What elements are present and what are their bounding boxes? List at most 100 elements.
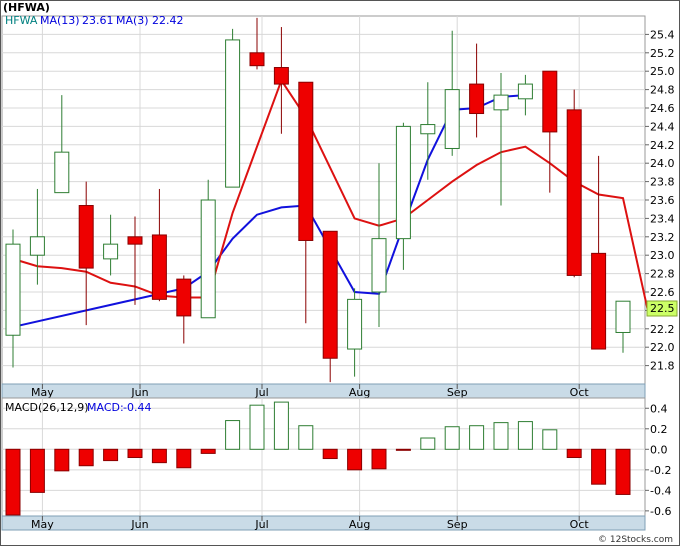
macd-bar-negative [322,448,338,460]
macd-bar-negative [176,448,192,469]
candle-body-up [103,243,119,260]
price-tick-label: 25.0 [650,65,675,78]
candle-body-down [249,52,265,67]
candle [200,179,216,319]
macd-bar-positive [249,404,265,450]
price-tick-label: 24.6 [650,102,675,115]
price-tick-label: 23.2 [650,231,675,244]
price-x-label: Jul [254,386,268,399]
macd-bar-positive [517,421,533,450]
candle-body-up [200,199,216,319]
price-x-label: Aug [349,386,370,399]
macd-x-label: Aug [349,518,370,531]
candle-body-up [54,151,70,194]
macd-bar-positive [273,401,289,450]
macd-tick-label: -0.2 [650,464,671,477]
candle-body-down [298,81,314,241]
macd-tick-label: 0.2 [650,423,668,436]
macd-bar-negative [591,448,607,485]
price-tick-label: 21.8 [650,360,675,373]
candle-body-down [566,109,582,276]
price-tick-label: 24.4 [650,120,675,133]
candle-body-down [273,67,289,85]
candle-body-up [225,39,241,188]
macd-bar-positive [493,422,509,450]
macd-tick-label: 0.4 [650,402,668,415]
macd-bar-negative [29,448,45,493]
candle-body-down [469,83,485,115]
macd-tick-label: 0.0 [650,443,668,456]
macd-bar-negative [151,448,167,464]
candle-body-down [176,278,192,317]
candle-body-up [347,298,363,350]
macd-x-label: Oct [570,518,590,531]
candle-body-down [542,70,558,133]
legend-ma13-value: 23.61 [82,14,114,27]
macd-bar-negative [200,448,216,454]
price-tick-label: 23.6 [650,194,675,207]
price-x-label: Jun [130,386,148,399]
macd-tick-label: -0.6 [650,505,671,518]
legend-ticker: HFWA [5,14,38,27]
macd-tick-label: -0.4 [650,484,671,497]
candle-body-down [322,230,338,359]
price-x-label: Sep [447,386,468,399]
price-x-label: Oct [570,386,590,399]
price-tick-label: 23.0 [650,249,675,262]
price-tick-label: 25.2 [650,47,675,60]
price-tick-label: 24.0 [650,157,675,170]
macd-x-label: Jun [130,518,148,531]
price-tick-label: 24.8 [650,84,675,97]
price-tick-label: 22.8 [650,268,675,281]
candle-body-down [591,252,607,350]
macd-bar-negative [78,448,94,467]
candle-body-up [371,238,387,293]
candle-body-up [29,236,45,256]
macd-bar-negative [127,448,143,459]
candle-body-up [517,83,533,100]
legend-ma3-value: 22.42 [152,14,184,27]
price-tick-label: 22.6 [650,286,675,299]
macd-bar-positive [542,429,558,450]
macd-bar-negative [615,448,631,495]
macd-bar-positive [298,425,314,450]
price-tick-label: 22.2 [650,323,675,336]
macd-bar-negative [54,448,70,472]
price-tick-label: 24.2 [650,139,675,152]
macd-bar-positive [225,420,241,450]
last-price-label: 22.5 [650,302,675,315]
legend-ma3-label: MA(3) [116,14,149,27]
macd-bar-negative [371,448,387,470]
candle-body-down [127,236,143,245]
candle-body-up [395,125,411,240]
macd-x-axis-band [1,515,646,531]
candle-body-up [5,243,21,336]
macd-bar-positive [420,437,436,450]
macd-bar-negative [103,448,119,462]
candle-body-up [493,94,509,111]
stock-chart: (HFWA) 21.822.022.222.422.622.823.023.22… [0,0,680,546]
price-tick-label: 25.4 [650,28,675,41]
candle [225,28,241,188]
price-legend: HFWA MA(13) 23.61 MA(3) 22.42 [5,14,184,27]
price-x-axis-band [1,383,646,399]
macd-x-label: Sep [447,518,468,531]
macd-value: -0.44 [123,401,151,414]
candle-body-down [78,205,94,269]
chart-title: (HFWA) [3,1,50,14]
macd-x-label: May [31,518,54,531]
price-tick-label: 23.4 [650,212,675,225]
macd-bar-negative [347,448,363,471]
price-x-label: May [31,386,54,399]
macd-bar-negative [566,448,582,459]
macd-value-label: MACD: [87,401,124,414]
candle-body-up [615,300,631,333]
macd-legend: MACD(26,12,9) MACD: -0.44 [5,401,151,414]
macd-bar-positive [469,425,485,450]
candle-body-up [420,124,436,135]
candle-body-down [151,234,167,300]
macd-bar-negative [395,448,411,451]
candle [566,89,582,278]
macd-bar-negative [5,448,21,516]
price-tick-label: 23.8 [650,176,675,189]
